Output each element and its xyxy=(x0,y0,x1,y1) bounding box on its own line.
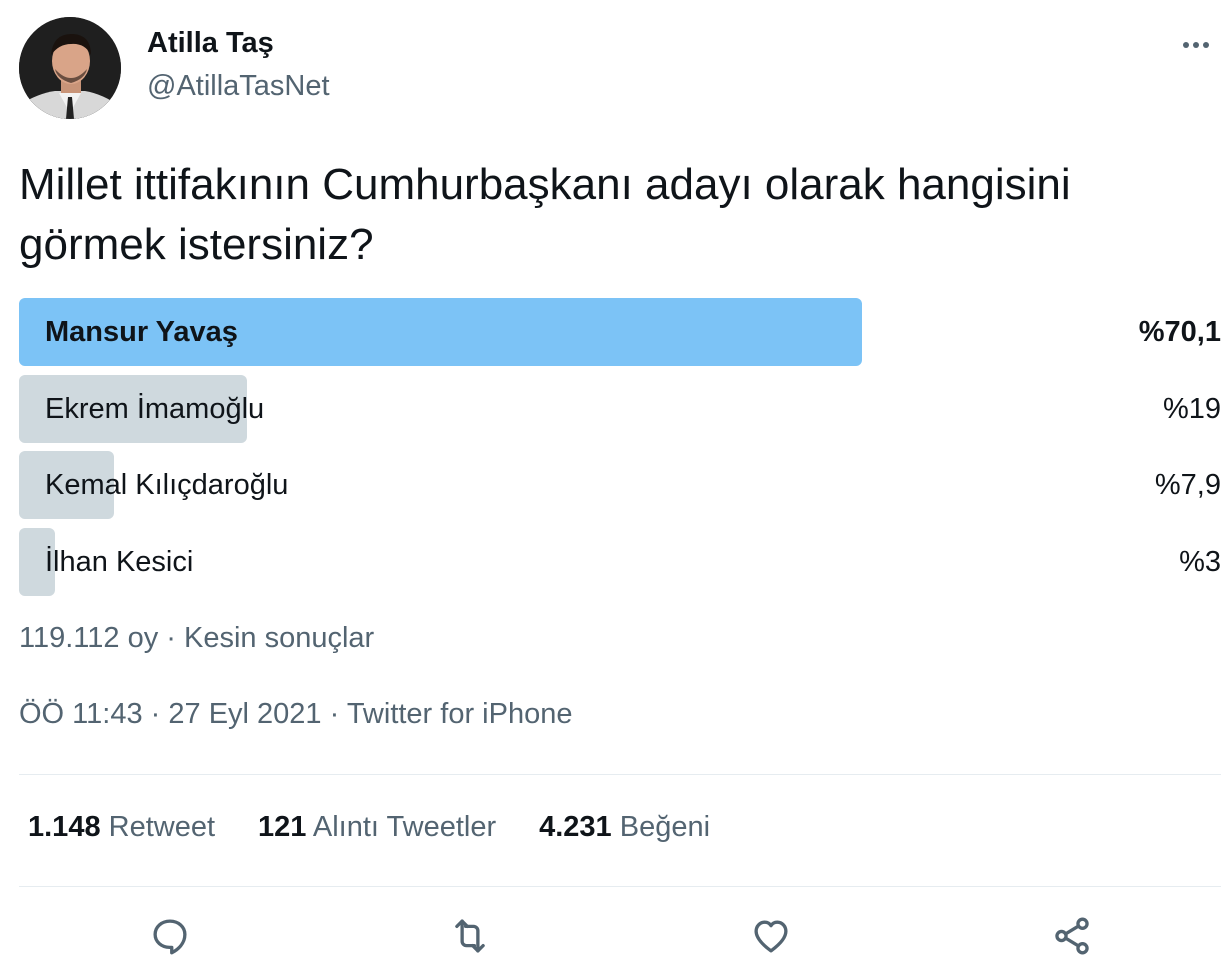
avatar[interactable] xyxy=(19,17,121,119)
poll-option: Kemal Kılıçdaroğlu %7,9 xyxy=(19,451,1221,519)
retweet-icon xyxy=(455,919,485,953)
poll-option: Mansur Yavaş %70,1 xyxy=(19,298,1221,366)
retweet-count: 1.148 xyxy=(28,811,101,843)
poll-option-label: Ekrem İmamoğlu xyxy=(45,392,265,425)
poll-option-percent: %7,9 xyxy=(1154,469,1221,501)
poll-option-label: Kemal Kılıçdaroğlu xyxy=(45,469,289,501)
tweet-stats: 1.148 Retweet 121 Alıntı Tweetler 4.231 … xyxy=(28,811,710,844)
author-handle[interactable]: @AtillaTasNet xyxy=(147,70,330,103)
author-display-name[interactable]: Atilla Taş xyxy=(147,27,274,60)
separator-dot: · xyxy=(329,698,347,730)
like-count-link[interactable]: 4.231 Beğeni xyxy=(539,811,710,844)
more-dot xyxy=(1183,42,1189,48)
tweet-text: Millet ittifakının Cumhurbaşkanı adayı o… xyxy=(19,160,1071,269)
quote-count: 121 xyxy=(258,811,307,843)
tweet-timestamp: ÖÖ 11:43 · 27 Eyl 2021 · Twitter for iPh… xyxy=(19,698,572,731)
action-bar xyxy=(0,912,1230,962)
more-dot xyxy=(1203,42,1209,48)
poll-option-label: İlhan Kesici xyxy=(45,545,194,578)
poll-option: İlhan Kesici %3 xyxy=(19,527,1221,596)
poll-option-percent: %70,1 xyxy=(1138,316,1221,348)
divider xyxy=(19,774,1221,775)
like-label: Beğeni xyxy=(619,811,711,843)
retweet-button[interactable] xyxy=(446,912,494,960)
like-icon xyxy=(754,920,788,953)
poll-option-percent: %3 xyxy=(1179,545,1221,578)
share-icon xyxy=(1055,917,1089,955)
retweet-label: Retweet xyxy=(108,811,216,843)
quote-label: Alıntı Tweetler xyxy=(312,811,497,843)
reply-icon xyxy=(153,919,187,955)
share-button[interactable] xyxy=(1048,912,1096,960)
divider xyxy=(19,886,1221,887)
poll: Mansur Yavaş %70,1 Ekrem İmamoğlu %19 Ke… xyxy=(19,298,1221,604)
poll-meta: 119.112 oy · Kesin sonuçlar xyxy=(19,622,374,655)
poll-status: Kesin sonuçlar xyxy=(184,622,375,654)
poll-vote-count: 119.112 oy xyxy=(19,622,159,654)
poll-option: Ekrem İmamoğlu %19 xyxy=(19,374,1221,443)
retweet-count-link[interactable]: 1.148 Retweet xyxy=(28,811,215,844)
like-button[interactable] xyxy=(747,912,795,960)
poll-option-percent: %19 xyxy=(1162,392,1221,425)
like-count: 4.231 xyxy=(539,811,612,843)
separator-dot: · xyxy=(166,622,184,654)
reply-button[interactable] xyxy=(146,912,194,960)
tweet-source-link[interactable]: Twitter for iPhone xyxy=(347,698,573,730)
more-dot xyxy=(1193,42,1199,48)
poll-option-label: Mansur Yavaş xyxy=(45,316,238,348)
separator-dot: · xyxy=(150,698,169,730)
tweet-date[interactable]: 27 Eyl 2021 xyxy=(168,698,321,730)
tweet-time[interactable]: ÖÖ 11:43 xyxy=(19,698,143,730)
avatar-image xyxy=(19,17,121,119)
more-options-button[interactable] xyxy=(1176,30,1216,60)
quote-count-link[interactable]: 121 Alıntı Tweetler xyxy=(258,811,496,844)
